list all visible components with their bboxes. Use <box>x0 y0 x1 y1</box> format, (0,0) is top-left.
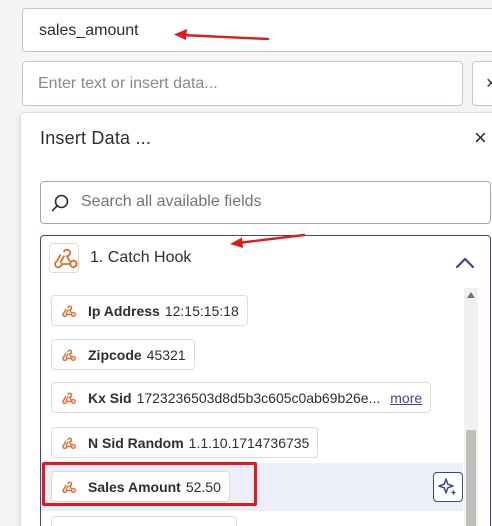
annotation-arrow-icon <box>174 29 270 41</box>
webhook-icon <box>54 248 78 269</box>
field-key: N Sid Random <box>88 434 184 451</box>
search-icon <box>51 194 69 212</box>
field-value: 1.1.10.1714736735 <box>188 434 310 451</box>
search-input[interactable]: Search all available fields <box>81 193 262 211</box>
highlight-annotation-box <box>42 462 257 506</box>
field-chip-kx-sid[interactable]: Kx Sid 1723236503d8d5b3c605c0ab69b26e...… <box>51 382 432 413</box>
annotation-arrow-icon <box>230 233 306 248</box>
field-chip-ip-address[interactable]: Ip Address 12:15:15:18 <box>51 295 248 326</box>
scrollbar-thumb[interactable] <box>466 430 476 526</box>
popover-title: Insert Data ... <box>40 128 152 148</box>
remove-field-button[interactable]: × <box>472 61 492 106</box>
field-value-input[interactable]: Enter text or insert data... <box>22 61 463 106</box>
sparkle-icon <box>438 478 457 496</box>
webhook-icon <box>62 392 76 404</box>
field-chip-n-sid-random[interactable]: N Sid Random 1.1.10.1714736735 <box>51 427 319 458</box>
webhook-icon <box>62 349 76 361</box>
field-key: Zipcode <box>88 346 142 363</box>
step-app-icon <box>49 243 79 273</box>
webhook-icon <box>62 437 76 449</box>
step-title[interactable]: 1. Catch Hook <box>90 249 191 267</box>
chevron-up-icon[interactable] <box>455 255 475 269</box>
webhook-icon <box>62 305 76 317</box>
field-chip-zipcode[interactable]: Zipcode 45321 <box>51 339 195 370</box>
field-chip-partial[interactable] <box>51 516 237 526</box>
ai-suggest-button[interactable] <box>433 472 463 502</box>
scroll-up-icon[interactable] <box>467 292 475 298</box>
field-key: Kx Sid <box>88 389 132 406</box>
field-value: 1723236503d8d5b3c605c0ab69b26e... <box>136 389 381 406</box>
close-popover-button[interactable]: × <box>474 126 487 150</box>
field-value: 45321 <box>146 346 186 363</box>
field-key: Ip Address <box>88 302 160 319</box>
more-link[interactable]: more <box>390 390 422 406</box>
field-value: 12:15:15:18 <box>164 302 239 319</box>
